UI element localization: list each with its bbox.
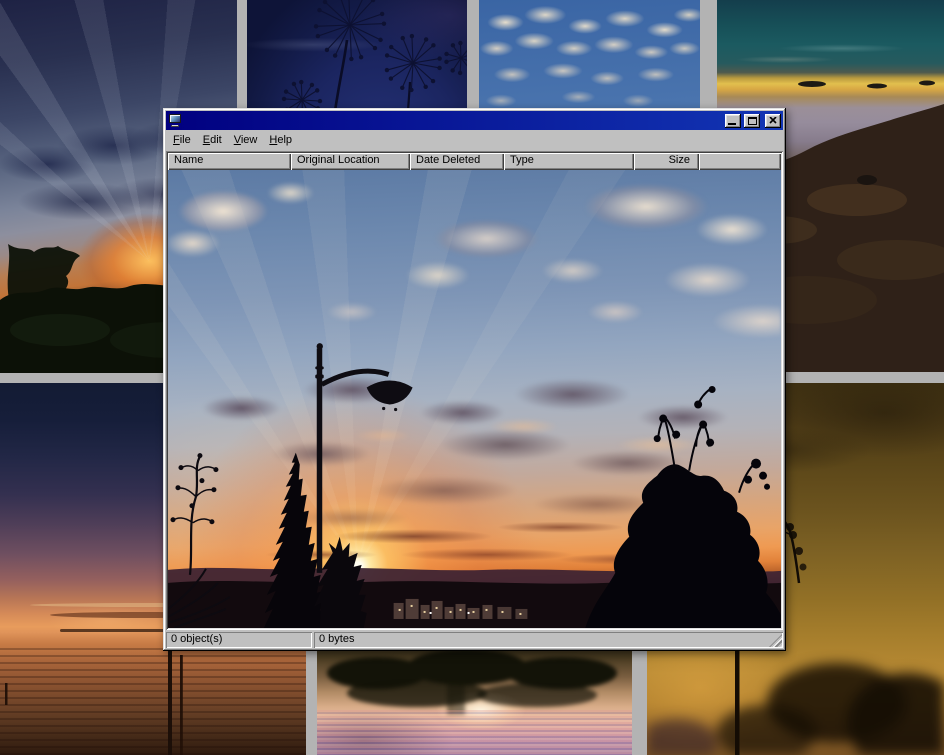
column-header-date-deleted[interactable]: Date Deleted: [410, 153, 504, 170]
maximize-icon: [748, 117, 757, 125]
title-bar[interactable]: [166, 111, 783, 130]
column-header-name[interactable]: Name: [168, 153, 291, 170]
menu-edit[interactable]: Edit: [197, 132, 228, 149]
menu-help[interactable]: Help: [263, 132, 298, 149]
list-header-row: Name Original Location Date Deleted Type…: [168, 153, 781, 170]
status-total-size: 0 bytes: [314, 632, 783, 648]
file-list-view[interactable]: Name Original Location Date Deleted Type…: [166, 151, 783, 630]
close-button[interactable]: [765, 114, 781, 128]
monitor-base: [171, 125, 179, 127]
sapling-leaves: [170, 453, 218, 524]
status-object-count: 0 object(s): [166, 632, 312, 648]
menu-view[interactable]: View: [228, 132, 264, 149]
maximize-button[interactable]: [744, 114, 760, 128]
minimize-icon: [728, 123, 736, 125]
menu-bar: File Edit View Help: [166, 131, 783, 150]
menu-file[interactable]: File: [167, 132, 197, 149]
column-header-filler[interactable]: [699, 153, 781, 170]
monitor-screen: [169, 114, 181, 123]
close-icon: [769, 117, 777, 124]
column-header-type[interactable]: Type: [504, 153, 634, 170]
recycle-bin-window: File Edit View Help Name Original Locati…: [163, 108, 786, 651]
status-bar: 0 object(s) 0 bytes: [166, 632, 783, 648]
minimize-button[interactable]: [725, 114, 741, 128]
street-lamp-silhouette: [315, 343, 412, 573]
column-header-original-location[interactable]: Original Location: [291, 153, 410, 170]
column-header-size[interactable]: Size: [634, 153, 699, 170]
sunset-photo-silhouettes: [168, 170, 781, 628]
right-tree-silhouette: [585, 386, 781, 628]
desktop: { "window": { "title": "", "icon": "comp…: [0, 0, 944, 755]
computer-window-icon[interactable]: [168, 114, 182, 127]
sunset-wallpaper-photo: [168, 170, 781, 628]
